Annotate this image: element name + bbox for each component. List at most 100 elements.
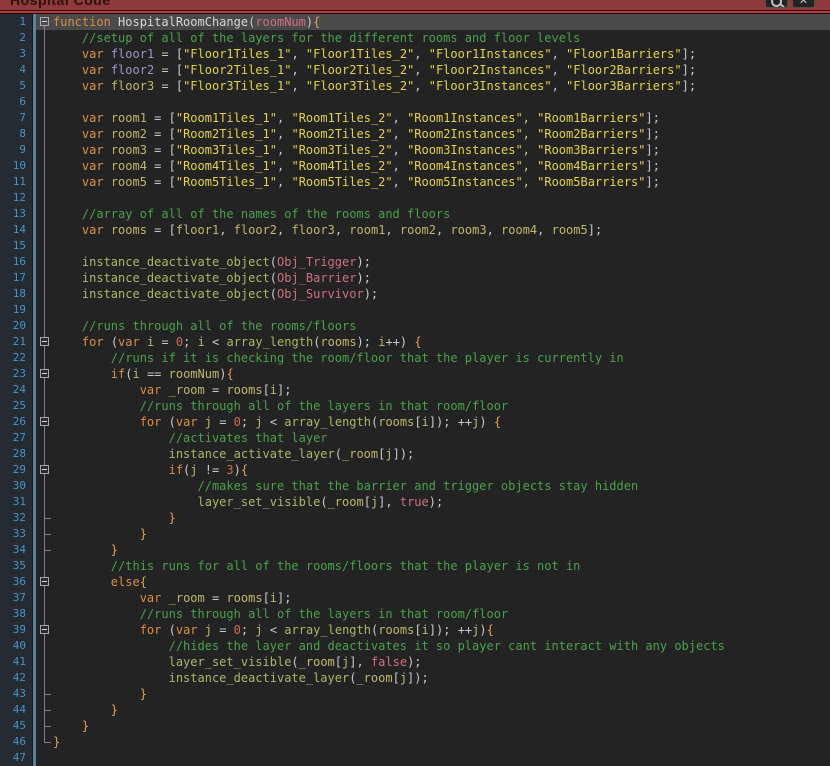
line-number[interactable]: 45 [0,718,32,734]
code-line-text[interactable]: } [53,702,830,718]
line-number[interactable]: 18 [0,286,32,302]
code-line-text[interactable]: //runs through all of the layers in that… [53,606,830,622]
line-number[interactable]: 21 [0,334,32,350]
fold-collapse-icon[interactable] [40,625,49,634]
fold-toggle-button[interactable] [36,574,53,590]
line-number[interactable]: 39 [0,622,32,638]
code-line-text[interactable]: var room1 = ["Room1Tiles_1", "Room1Tiles… [53,110,830,126]
fold-collapse-icon[interactable] [40,417,49,426]
line-number[interactable]: 34 [0,542,32,558]
fold-collapse-icon[interactable] [40,577,49,586]
fold-collapse-icon[interactable] [40,465,49,474]
code-line-text[interactable]: if(i == roomNum){ [53,366,830,382]
code-line-text[interactable]: var floor1 = ["Floor1Tiles_1", "Floor1Ti… [53,46,830,62]
code-line-text[interactable]: instance_deactivate_object(Obj_Trigger); [53,254,830,270]
code-line-text[interactable]: //array of all of the names of the rooms… [53,206,830,222]
line-number[interactable]: 1 [0,14,32,30]
line-number[interactable]: 29 [0,462,32,478]
line-number[interactable]: 42 [0,670,32,686]
code-line-text[interactable]: var floor3 = ["Floor3Tiles_1", "Floor3Ti… [53,78,830,94]
line-number[interactable]: 17 [0,270,32,286]
code-line-text[interactable]: instance_deactivate_object(Obj_Survivor)… [53,286,830,302]
fold-toggle-button[interactable] [36,366,53,382]
line-number[interactable]: 36 [0,574,32,590]
fold-collapse-icon[interactable] [40,17,49,26]
line-number[interactable]: 44 [0,702,32,718]
code-line-text[interactable]: //hides the layer and deactivates it so … [53,638,830,654]
code-line-text[interactable]: var floor2 = ["Floor2Tiles_1", "Floor2Ti… [53,62,830,78]
code-line-text[interactable]: instance_activate_layer(_room[j]); [53,446,830,462]
line-number[interactable]: 27 [0,430,32,446]
code-line-text[interactable]: } [53,510,830,526]
fold-toggle-button[interactable] [36,414,53,430]
search-button[interactable] [765,0,788,8]
code-line-text[interactable]: var room5 = ["Room5Tiles_1", "Room5Tiles… [53,174,830,190]
line-number[interactable]: 11 [0,174,32,190]
code-line-text[interactable]: var room4 = ["Room4Tiles_1", "Room4Tiles… [53,158,830,174]
line-number[interactable]: 9 [0,142,32,158]
code-line-text[interactable]: //runs through all of the layers in that… [53,398,830,414]
code-line-text[interactable]: instance_deactivate_object(Obj_Barrier); [53,270,830,286]
code-line-text[interactable]: //makes sure that the barrier and trigge… [53,478,830,494]
code-line-text[interactable]: } [53,526,830,542]
line-number[interactable]: 5 [0,78,32,94]
line-number[interactable]: 32 [0,510,32,526]
line-number[interactable]: 4 [0,62,32,78]
code-line-text[interactable]: layer_set_visible(_room[j], true); [53,494,830,510]
code-line-text[interactable]: var _room = rooms[i]; [53,382,830,398]
code-line-text[interactable]: for (var j = 0; j < array_length(rooms[i… [53,622,830,638]
line-number[interactable]: 31 [0,494,32,510]
line-number[interactable]: 20 [0,318,32,334]
code-editor[interactable]: 1 function HospitalRoomChange(roomNum){2 … [0,14,830,766]
line-number[interactable]: 19 [0,302,32,318]
code-line-text[interactable]: for (var j = 0; j < array_length(rooms[i… [53,414,830,430]
line-number[interactable]: 28 [0,446,32,462]
line-number[interactable]: 22 [0,350,32,366]
line-number[interactable]: 25 [0,398,32,414]
close-button[interactable]: ✕ [792,0,815,8]
line-number[interactable]: 13 [0,206,32,222]
code-line-text[interactable]: for (var i = 0; i < array_length(rooms);… [53,334,830,350]
line-number[interactable]: 46 [0,734,32,750]
code-line-text[interactable] [53,190,830,206]
line-number[interactable]: 33 [0,526,32,542]
fold-collapse-icon[interactable] [40,369,49,378]
line-number[interactable]: 26 [0,414,32,430]
fold-toggle-button[interactable] [36,334,53,350]
code-line-text[interactable]: layer_set_visible(_room[j], false); [53,654,830,670]
line-number[interactable]: 30 [0,478,32,494]
line-number[interactable]: 23 [0,366,32,382]
code-line-text[interactable] [53,238,830,254]
code-line-text[interactable]: } [53,686,830,702]
line-number[interactable]: 8 [0,126,32,142]
fold-toggle-button[interactable] [36,462,53,478]
line-number[interactable]: 15 [0,238,32,254]
code-line-text[interactable]: var room2 = ["Room2Tiles_1", "Room2Tiles… [53,126,830,142]
fold-collapse-icon[interactable] [40,337,49,346]
code-line-text[interactable]: function HospitalRoomChange(roomNum){ [53,14,830,30]
line-number[interactable]: 7 [0,110,32,126]
code-line-text[interactable]: //this runs for all of the rooms/floors … [53,558,830,574]
code-line-text[interactable]: if(j != 3){ [53,462,830,478]
code-line-text[interactable]: var rooms = [floor1, floor2, floor3, roo… [53,222,830,238]
line-number[interactable]: 16 [0,254,32,270]
line-number[interactable]: 14 [0,222,32,238]
code-line-text[interactable]: //activates that layer [53,430,830,446]
line-number[interactable]: 6 [0,94,32,110]
line-number[interactable]: 40 [0,638,32,654]
code-line-text[interactable]: } [53,734,830,750]
code-line-text[interactable]: } [53,542,830,558]
line-number[interactable]: 38 [0,606,32,622]
line-number[interactable]: 35 [0,558,32,574]
line-number[interactable]: 24 [0,382,32,398]
code-line-text[interactable] [53,94,830,110]
fold-toggle-button[interactable] [36,14,53,30]
line-number[interactable]: 10 [0,158,32,174]
line-number[interactable]: 12 [0,190,32,206]
line-number[interactable]: 41 [0,654,32,670]
code-line-text[interactable]: } [53,718,830,734]
code-line-text[interactable]: var room3 = ["Room3Tiles_1", "Room3Tiles… [53,142,830,158]
code-line-text[interactable] [53,302,830,318]
code-line-text[interactable]: //runs through all of the rooms/floors [53,318,830,334]
code-line-text[interactable]: instance_deactivate_layer(_room[j]); [53,670,830,686]
